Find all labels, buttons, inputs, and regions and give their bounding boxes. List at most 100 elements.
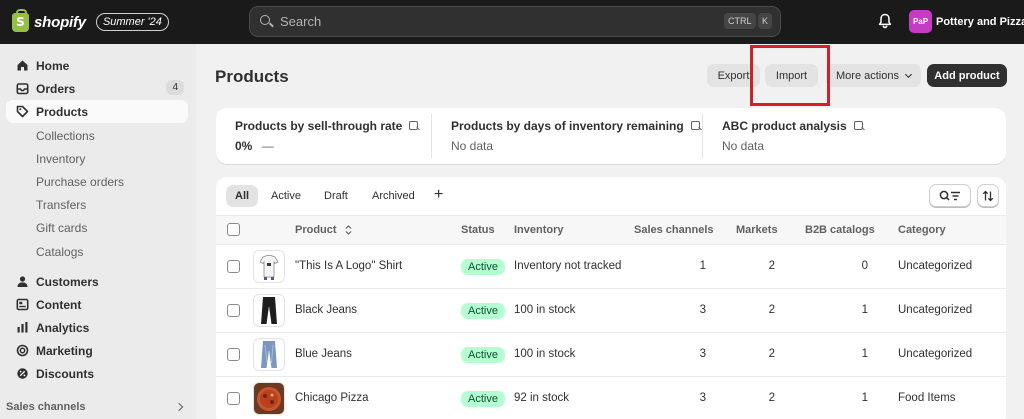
- metric-title: Products by sell-through rate: [235, 119, 420, 133]
- column-header-category[interactable]: Category: [898, 224, 946, 236]
- sort-button[interactable]: [977, 184, 999, 207]
- column-header-product[interactable]: Product: [295, 224, 352, 236]
- sidebar-item-content[interactable]: Content: [6, 293, 188, 316]
- metric-days-inventory[interactable]: Products by days of inventory remaining …: [432, 108, 702, 164]
- row-checkbox[interactable]: [227, 392, 240, 405]
- category-value: Uncategorized: [898, 304, 973, 316]
- inventory-value: 100 in stock: [514, 304, 576, 316]
- analytics-card: Products by sell-through rate 0% — Produ…: [216, 108, 1006, 164]
- column-header-inventory[interactable]: Inventory: [514, 224, 564, 236]
- shopify-logo[interactable]: S shopify Summer '24: [12, 8, 169, 32]
- metric-value: No data: [722, 139, 765, 153]
- export-button[interactable]: Export: [707, 64, 760, 87]
- import-button[interactable]: Import: [765, 64, 818, 87]
- add-view-plus-icon[interactable]: +: [434, 186, 443, 204]
- sidebar-item-label: Products: [36, 104, 89, 119]
- markets-value: 2: [768, 260, 775, 272]
- sidebar-item-orders[interactable]: Orders 4: [6, 77, 188, 100]
- search-bar[interactable]: CTRL K: [249, 6, 781, 37]
- sidebar-item-transfers[interactable]: Transfers: [6, 193, 188, 216]
- sidebar-item-purchase-orders[interactable]: Purchase orders: [6, 170, 188, 193]
- shortcut-ctrl-key: CTRL: [724, 13, 756, 29]
- home-icon: [15, 59, 29, 73]
- metric-value-number: 0%: [235, 139, 253, 153]
- brand-wordmark: shopify: [34, 13, 86, 31]
- tab-all[interactable]: All: [226, 185, 259, 207]
- page-title: Products: [215, 67, 289, 86]
- select-all-checkbox[interactable]: [227, 223, 240, 236]
- markets-value: 2: [768, 392, 775, 404]
- column-header-markets[interactable]: Markets: [736, 224, 778, 236]
- more-actions-button[interactable]: More actions: [826, 64, 921, 87]
- product-thumbnail-pizza: [253, 382, 285, 415]
- column-header-status[interactable]: Status: [461, 224, 495, 236]
- sidebar-item-products[interactable]: Products: [6, 100, 188, 123]
- tab-archived[interactable]: Archived: [363, 185, 424, 207]
- inventory-value: Inventory not tracked: [514, 260, 622, 272]
- search-input[interactable]: [280, 14, 700, 29]
- notifications-bell-icon[interactable]: [878, 13, 892, 29]
- store-avatar: PaP: [909, 10, 932, 33]
- chevron-right-icon: [174, 402, 184, 412]
- sidebar-item-discounts[interactable]: Discounts: [6, 362, 188, 385]
- status-badge: Active: [461, 259, 505, 275]
- chevron-down-icon: [904, 70, 913, 78]
- person-icon: [15, 275, 29, 289]
- sidebar-item-label: Marketing: [36, 343, 93, 358]
- sales-channels-value: 3: [699, 304, 706, 316]
- sidebar-item-collections[interactable]: Collections: [6, 124, 188, 147]
- sidebar-item-label: Home: [36, 58, 70, 73]
- table-row[interactable]: Blue Jeans Active 100 in stock 3 2 1 Unc…: [216, 333, 1006, 377]
- product-name[interactable]: Blue Jeans: [295, 348, 352, 360]
- sales-channels-section[interactable]: Sales channels: [6, 398, 188, 416]
- tab-active[interactable]: Active: [262, 185, 310, 207]
- b2b-catalogs-value: 1: [861, 304, 868, 316]
- filter-tabs: All Active Draft Archived +: [216, 177, 1006, 215]
- edition-badge[interactable]: Summer '24: [95, 13, 169, 31]
- sidebar-item-customers[interactable]: Customers: [6, 270, 188, 293]
- product-thumbnail-black-jeans: [253, 294, 285, 327]
- b2b-catalogs-value: 1: [861, 348, 868, 360]
- products-table-card: All Active Draft Archived + Product Stat…: [216, 177, 1006, 419]
- product-thumbnail-blue-jeans: [253, 338, 285, 371]
- search-icon: [260, 14, 274, 29]
- tab-draft[interactable]: Draft: [315, 185, 357, 207]
- sidebar-item-home[interactable]: Home: [6, 54, 188, 77]
- column-header-b2b-catalogs[interactable]: B2B catalogs: [805, 224, 875, 236]
- product-name[interactable]: "This Is A Logo" Shirt: [295, 260, 402, 272]
- shortcut-k-key: K: [758, 13, 773, 29]
- sidebar-item-analytics[interactable]: Analytics: [6, 316, 188, 339]
- metric-title: Products by days of inventory remaining: [451, 119, 702, 133]
- sidebar-item-label: Analytics: [36, 320, 90, 335]
- sidebar-item-marketing[interactable]: Marketing: [6, 339, 188, 362]
- column-header-sales-channels[interactable]: Sales channels: [634, 224, 714, 236]
- category-value: Food Items: [898, 392, 956, 404]
- product-name[interactable]: Chicago Pizza: [295, 392, 369, 404]
- add-product-button[interactable]: Add product: [927, 64, 1007, 87]
- row-checkbox[interactable]: [227, 348, 240, 361]
- table-row[interactable]: Chicago Pizza Active 92 in stock 3 2 1 F…: [216, 377, 1006, 419]
- status-badge: Active: [461, 347, 505, 363]
- row-checkbox[interactable]: [227, 304, 240, 317]
- sidebar-item-inventory[interactable]: Inventory: [6, 147, 188, 170]
- category-value: Uncategorized: [898, 260, 973, 272]
- sidebar-item-label: Transfers: [36, 197, 87, 212]
- table-row[interactable]: "This Is A Logo" Shirt Active Inventory …: [216, 245, 1006, 289]
- target-icon: [15, 344, 29, 358]
- report-icon: [853, 120, 865, 132]
- metric-abc-analysis[interactable]: ABC product analysis No data: [703, 108, 1006, 164]
- inventory-value: 100 in stock: [514, 348, 576, 360]
- metric-sell-through[interactable]: Products by sell-through rate 0% —: [216, 108, 431, 164]
- table-row[interactable]: Black Jeans Active 100 in stock 3 2 1 Un…: [216, 289, 1006, 333]
- sidebar-item-catalogs[interactable]: Catalogs: [6, 240, 188, 263]
- sort-arrows-icon: [345, 225, 352, 235]
- markets-value: 2: [768, 304, 775, 316]
- row-checkbox[interactable]: [227, 260, 240, 273]
- search-filter-button[interactable]: [929, 184, 971, 207]
- store-switcher[interactable]: PaP Pottery and Pizza: [909, 10, 1024, 33]
- product-name[interactable]: Black Jeans: [295, 304, 357, 316]
- tag-icon: [15, 105, 29, 119]
- markets-value: 2: [768, 348, 775, 360]
- sidebar-item-label: Gift cards: [36, 220, 88, 235]
- sidebar-item-gift-cards[interactable]: Gift cards: [6, 216, 188, 239]
